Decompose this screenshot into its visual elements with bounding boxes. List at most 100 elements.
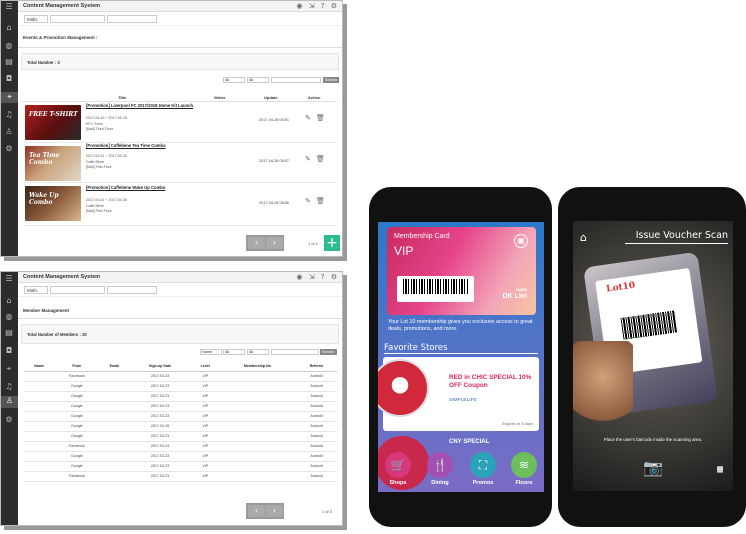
table-row[interactable]: Tea Time Combo [Promotion] Caffebene Tea… <box>23 143 337 183</box>
wallet-icon[interactable]: ▣ <box>514 234 528 248</box>
card-title: Membership Card <box>394 233 450 240</box>
table-row[interactable]: Wake Up Combo [Promotion] Caffebene Wake… <box>23 183 337 226</box>
bell-icon[interactable]: ♫ <box>4 110 14 120</box>
tag-icon[interactable]: ⌖ <box>4 364 14 374</box>
user-icon[interactable]: ♙ <box>4 127 14 137</box>
bag-icon[interactable]: ◘ <box>4 346 14 356</box>
members-cell: VIP <box>190 421 220 432</box>
members-cell <box>219 391 297 402</box>
nav-promos[interactable]: ⛶ Promos <box>468 452 498 486</box>
table-row[interactable]: Google 2017-03-23 VIP Android <box>24 431 337 442</box>
mall-sub-select[interactable] <box>50 286 105 294</box>
store-icon[interactable]: ▤ <box>4 328 14 338</box>
members-col-header: Referrer <box>296 361 337 372</box>
menu-icon[interactable]: ☰ <box>4 2 14 12</box>
members-col-header: Membership No. <box>219 361 297 372</box>
user-icon[interactable]: ♙ <box>1 396 18 408</box>
nav-dining[interactable]: 🍴 Dining <box>425 452 455 486</box>
next-page-button[interactable]: › <box>266 237 283 249</box>
table-row[interactable]: Facebook 2017-03-23 VIP Android <box>24 371 337 382</box>
favorite-stores-title: Favorite Stores <box>384 343 448 353</box>
menu-icon[interactable]: ☰ <box>4 274 14 284</box>
members-cell: VIP <box>190 371 220 382</box>
settings-icon[interactable]: ⚙ <box>4 415 14 425</box>
edit-icon[interactable]: ✎ <box>305 155 311 163</box>
members-cell <box>99 411 130 422</box>
nav-shops[interactable]: 🛒 Shops <box>383 452 413 486</box>
promo-thumbnail: FREE T-SHIRT <box>25 105 81 140</box>
edit-icon[interactable]: ✎ <box>305 197 311 205</box>
table-row[interactable]: Google 2017-03-23 VIP Android <box>24 401 337 412</box>
table-row[interactable]: FREE T-SHIRT [Promotion] Liverpool FC 20… <box>23 102 337 143</box>
bag-icon[interactable]: ◘ <box>4 74 14 84</box>
promo-card[interactable]: RED in CHIC SPECIAL 10% OFF Coupon SIMPL… <box>378 357 539 431</box>
members-cell: 2017-03-23 <box>129 411 191 422</box>
floor-select[interactable] <box>107 286 157 294</box>
promo-expiry: Expires in 3 days <box>502 421 533 426</box>
toolbar-icons[interactable]: ◉ ⇲ ? ⚙ <box>296 273 339 281</box>
add-button[interactable]: + <box>324 235 340 251</box>
col-writer: Writer <box>214 95 226 100</box>
members-cell: 2017-03-23 <box>129 451 191 462</box>
scan-title: Issue Voucher Scan <box>635 230 728 241</box>
members-cell: 2017-03-23 <box>129 391 191 402</box>
search-button[interactable]: Search <box>323 77 339 83</box>
search-button[interactable]: Search <box>320 349 337 355</box>
filter-select-2[interactable]: All <box>223 349 245 355</box>
globe-icon[interactable]: ◍ <box>4 312 14 322</box>
bottom-nav: 🛒 Shops 🍴 Dining ⛶ Promos ≋ Floors <box>378 449 544 492</box>
members-cell <box>219 471 297 482</box>
filter-select-1[interactable]: Name <box>200 349 222 355</box>
tag-icon[interactable]: ⌖ <box>1 92 18 103</box>
table-row[interactable]: Google 2017-03-23 VIP Android <box>24 411 337 422</box>
members-cell <box>99 451 130 462</box>
filter-select-3[interactable]: All <box>247 349 269 355</box>
mall-sub-select[interactable] <box>50 15 105 23</box>
floor-select[interactable] <box>107 15 157 23</box>
members-cell: VIP <box>190 451 220 462</box>
home-icon[interactable]: ⌂ <box>580 231 587 244</box>
top-bar: Content Management System ◉ ⇲ ? ⚙ <box>18 272 342 283</box>
camera-icon[interactable]: 📷 <box>643 458 663 477</box>
settings-icon[interactable]: ⚙ <box>4 144 14 154</box>
prev-page-button[interactable]: ‹ <box>248 505 265 517</box>
nav-floors[interactable]: ≋ Floors <box>509 452 539 486</box>
members-cell <box>24 381 55 392</box>
table-row[interactable]: Google 2017-03-23 VIP Android <box>24 381 337 392</box>
table-row[interactable]: Facebook 2017-03-24 VIP Android <box>24 441 337 452</box>
members-cell <box>99 421 130 432</box>
members-cell: Android <box>296 371 337 382</box>
table-row[interactable]: Google 2017-03-26 VIP Android <box>24 421 337 432</box>
members-cell <box>99 401 130 412</box>
table-row[interactable]: Facebook 2017-03-23 VIP Android <box>24 471 337 482</box>
table-row[interactable]: Google 2017-03-23 VIP Android <box>24 451 337 462</box>
keyboard-icon[interactable]: ▦ <box>717 464 723 475</box>
row-title[interactable]: [Promotion] Caffebene Wake Up Combo <box>86 185 165 190</box>
bell-icon[interactable]: ♫ <box>4 382 14 392</box>
layers-icon: ≋ <box>511 452 537 478</box>
table-row[interactable]: Google 2017-03-23 VIP Android <box>24 461 337 472</box>
toolbar-icons[interactable]: ◉ ⇲ ? ⚙ <box>296 2 339 10</box>
edit-icon[interactable]: ✎ <box>305 114 311 122</box>
mall-select[interactable]: Malls <box>24 286 48 294</box>
row-title[interactable]: [Promotion] Liverpool FC 2017/2018 Home … <box>86 103 193 108</box>
filter-select-2[interactable]: All <box>247 77 269 83</box>
home-icon[interactable]: ⌂ <box>4 23 14 33</box>
filter-select-1[interactable]: All <box>223 77 245 83</box>
next-page-button[interactable]: › <box>266 505 283 517</box>
table-row[interactable]: Google 2017-03-23 VIP Android <box>24 391 337 402</box>
trash-icon[interactable]: 🗑 <box>316 155 325 163</box>
prev-page-button[interactable]: ‹ <box>248 237 265 249</box>
row-title[interactable]: [Promotion] Caffebene Tea Time Combo <box>86 143 166 148</box>
trash-icon[interactable]: 🗑 <box>316 197 325 205</box>
search-input[interactable] <box>271 77 321 83</box>
search-input[interactable] <box>271 349 319 355</box>
globe-icon[interactable]: ◍ <box>4 41 14 51</box>
mall-select[interactable]: Malls <box>24 15 48 23</box>
membership-card[interactable]: Membership Card VIP ▣ NAME DK Lim <box>387 227 536 315</box>
members-cell: 2017-03-26 <box>129 421 191 432</box>
store-icon[interactable]: ▤ <box>4 57 14 67</box>
trash-icon[interactable]: 🗑 <box>316 114 325 122</box>
section-title: Member Management <box>23 308 70 313</box>
home-icon[interactable]: ⌂ <box>4 296 14 306</box>
